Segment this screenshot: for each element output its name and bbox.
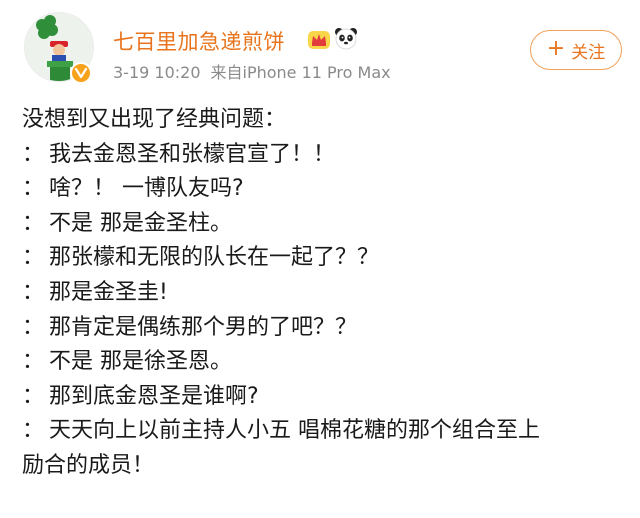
dialogue-prefix: ： xyxy=(22,176,45,202)
dialogue-prefix: ： xyxy=(22,349,45,375)
post-header: 七百里加急递煎饼 3-19 10:20 来自iPhone 11 Pro Max +… xyxy=(0,0,640,92)
dialogue-text: 不是 那是金圣柱。 xyxy=(49,210,232,236)
dialogue-prefix: ： xyxy=(22,245,45,271)
dialogue-line: ：那张檬和无限的队长在一起了？？ xyxy=(22,241,622,276)
post-intro: 没想到又出现了经典问题： xyxy=(22,107,287,132)
post-meta: 3-19 10:20 来自iPhone 11 Pro Max xyxy=(113,59,391,83)
dialogue-prefix: ： xyxy=(22,418,45,444)
panda-icon xyxy=(335,28,357,50)
dialogue-prefix: ： xyxy=(22,314,45,340)
post-body: 没想到又出现了经典问题： ：我去金恩圣和张檬官宣了！！ ：啥？！ 一博队友吗? … xyxy=(22,103,622,484)
dialogue-text: 那到底金恩圣是谁啊? xyxy=(49,383,259,409)
post-source: 来自iPhone 11 Pro Max xyxy=(210,63,391,82)
dialogue-text: 那肯定是偶练那个男的了吧？？ xyxy=(49,314,358,340)
dialogue-line: ：那是金圣圭! xyxy=(22,276,622,311)
dialogue-text: 那是金圣圭! xyxy=(49,279,168,305)
dialogue-line: ：那到底金恩圣是谁啊? xyxy=(22,380,622,415)
dialogue-text: 啥？！ 一博队友吗? xyxy=(49,176,244,202)
dialogue-line: ：不是 那是金圣柱。 xyxy=(22,207,622,242)
plus-icon: + xyxy=(546,36,566,61)
crown-icon xyxy=(308,31,330,49)
dialogue-prefix: ： xyxy=(22,210,45,236)
follow-button[interactable]: + 关注 xyxy=(530,30,622,70)
dialogue-line: ：那肯定是偶练那个男的了吧？？ xyxy=(22,311,622,346)
dialogue-line: ：我去金恩圣和张檬官宣了！！ xyxy=(22,138,622,173)
dialogue-line: ：不是 那是徐圣恩。 xyxy=(22,345,622,380)
dialogue-text: 那张檬和无限的队长在一起了？？ xyxy=(49,245,380,271)
dialogue-text: 我去金恩圣和张檬官宣了！！ xyxy=(49,141,336,167)
author-name[interactable]: 七百里加急递煎饼 xyxy=(113,26,285,56)
dialogue-line: ：天天向上以前主持人小五 唱棉花糖的那个组合至上 xyxy=(22,414,622,449)
dialogue-prefix: ： xyxy=(22,383,45,409)
dialogue-continuation: 励合的成员！ xyxy=(22,452,155,478)
dialogue-prefix: ： xyxy=(22,279,45,305)
dialogue-text: 不是 那是徐圣恩。 xyxy=(49,349,232,375)
dialogue-text: 天天向上以前主持人小五 唱棉花糖的那个组合至上 xyxy=(49,418,540,444)
follow-button-label: 关注 xyxy=(571,42,606,63)
dialogue-line: ：啥？！ 一博队友吗? xyxy=(22,172,622,207)
dialogue-prefix: ： xyxy=(22,141,45,167)
verified-badge-icon xyxy=(70,62,92,84)
post-date: 3-19 10:20 xyxy=(113,63,201,82)
